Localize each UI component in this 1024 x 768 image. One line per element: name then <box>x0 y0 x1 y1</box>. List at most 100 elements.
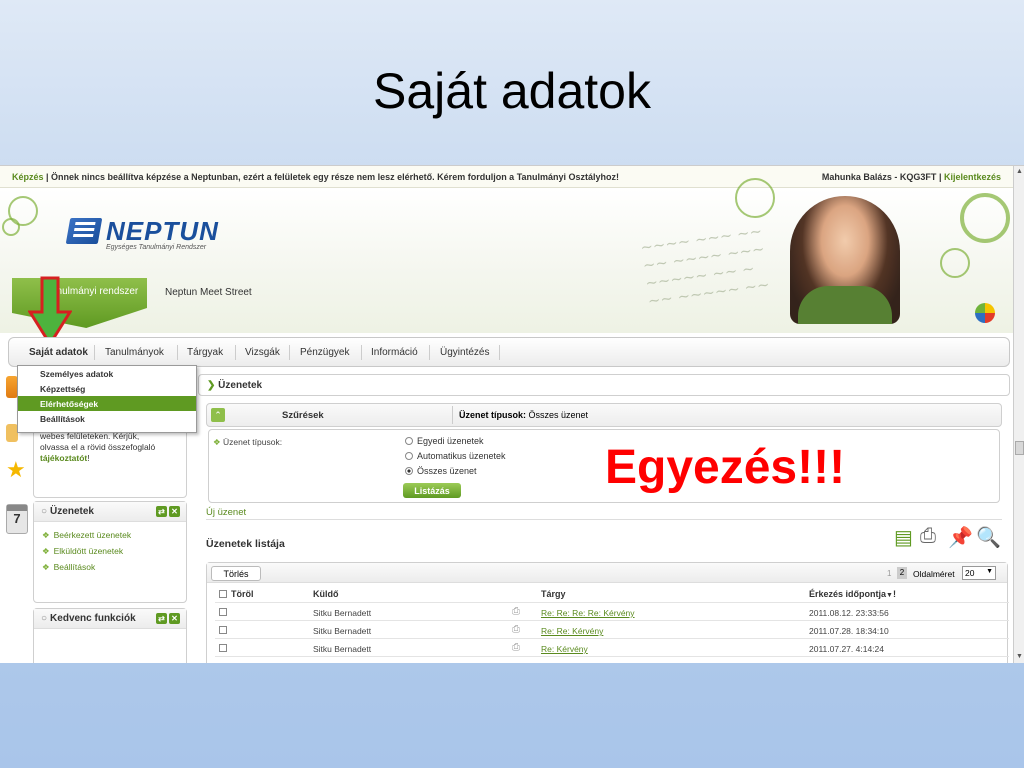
row-sender: Sitku Bernadett <box>313 644 372 654</box>
swirl-decoration <box>960 193 1010 243</box>
messages-title-bar: ❯ Üzenetek <box>198 374 1010 396</box>
notice-end: ! <box>87 453 90 463</box>
filters-label: Szűrések <box>282 410 324 421</box>
types-label: Üzenet típusok: <box>459 410 527 420</box>
radio-osszes-label: Összes üzenet <box>417 466 477 476</box>
logout-link[interactable]: Kijelentkezés <box>944 172 1001 182</box>
radio-automatikus-label: Automatikus üzenetek <box>417 451 506 461</box>
panel-close-icon[interactable]: ✕ <box>169 506 180 517</box>
notice-link[interactable]: tájékoztatót <box>40 453 87 463</box>
messages-title: ❯ Üzenetek <box>199 375 1009 391</box>
messages-title-text: Üzenetek <box>218 380 263 391</box>
dropdown-item-beallitasok[interactable]: Beállítások <box>18 411 196 426</box>
scroll-thumb[interactable] <box>1015 441 1024 455</box>
nav-targyak[interactable]: Tárgyak <box>187 347 223 358</box>
radio-osszes[interactable]: Összes üzenet <box>405 466 477 476</box>
logo-text: NEPTUN <box>106 216 219 246</box>
top-separator: | <box>936 172 944 182</box>
row-sender: Sitku Bernadett <box>313 608 372 618</box>
bullet-icon: ❖ <box>42 562 50 572</box>
neptun-logo-icon <box>65 218 103 244</box>
nav-penzugyek[interactable]: Pénzügyek <box>300 347 349 358</box>
radio-egyedi[interactable]: Egyedi üzenetek <box>405 436 484 446</box>
scroll-up-icon[interactable]: ▲ <box>1015 168 1024 177</box>
filter-field-label: ❖ Üzenet típusok: <box>213 437 282 448</box>
favorites-panel-title: Kedvenc funkciók <box>50 613 136 624</box>
globe-icon[interactable] <box>975 303 995 323</box>
print-icon[interactable]: ⎙ <box>920 525 936 548</box>
inbox-link[interactable]: ❖ Beérkezett üzenetek <box>34 522 186 541</box>
messages-panel-header: ○ Üzenetek ⇄ ✕ <box>34 502 186 522</box>
header-banner: NEPTUN Egységes Tanulmányi Rendszer ~~~~… <box>0 178 1013 333</box>
scroll-down-icon[interactable]: ▼ <box>1015 653 1024 662</box>
settings-link[interactable]: ❖ Beállítások <box>34 557 186 573</box>
row-date: 2011.07.27. 4:14:24 <box>809 644 884 654</box>
print-row-icon[interactable]: ⎙ <box>512 606 520 617</box>
vertical-scrollbar[interactable]: ▲ ▼ <box>1013 166 1024 663</box>
bullet-icon: ❖ <box>42 546 50 556</box>
user-name: Mahunka Balázs - KQG3FT <box>821 172 937 182</box>
filter-field-text: Üzenet típusok: <box>223 437 283 447</box>
top-info-bar: Képzés | Önnek nincs beállítva képzése a… <box>0 166 1013 188</box>
notice-text: webes felületeken. Kérjük, olvassa el a … <box>40 431 190 464</box>
panel-close-icon[interactable]: ✕ <box>169 613 180 624</box>
search-icon[interactable]: 🔍 <box>976 525 1001 550</box>
chevron-right-icon: ❯ <box>207 380 216 391</box>
col-torol: Töröl <box>231 589 254 599</box>
panel-refresh-icon[interactable]: ⇄ <box>156 613 167 624</box>
pin-icon[interactable]: 📌 <box>948 525 973 550</box>
nav-separator <box>429 345 430 360</box>
nav-vizsgak[interactable]: Vizsgák <box>245 347 280 358</box>
bullet-icon: ❖ <box>42 530 50 540</box>
row-date: 2011.07.28. 18:34:10 <box>809 626 889 636</box>
page-1-link[interactable]: 1 <box>887 569 891 578</box>
row-subject-link[interactable]: Re: Re: Kérvény <box>541 626 603 636</box>
new-message-link[interactable]: Új üzenet <box>206 507 246 518</box>
kepzes-link[interactable]: Képzés <box>12 172 44 182</box>
excel-export-icon[interactable]: ▤ <box>894 525 913 550</box>
dropdown-item-szemelyes-adatok[interactable]: Személyes adatok <box>18 366 196 381</box>
panel-bullet: ○ <box>41 613 48 624</box>
print-row-icon[interactable]: ⎙ <box>512 624 520 635</box>
swirl-decoration <box>735 178 775 218</box>
page-2-current[interactable]: 2 <box>897 567 907 579</box>
print-row-icon[interactable]: ⎙ <box>512 642 520 653</box>
calendar-icon[interactable]: 7 <box>6 504 28 534</box>
radio-egyedi-circle <box>405 437 413 445</box>
nav-separator <box>94 345 95 360</box>
tab-meet-street[interactable]: Neptun Meet Street <box>165 287 252 298</box>
neptun-logo[interactable]: NEPTUN Egységes Tanulmányi Rendszer <box>65 216 219 258</box>
nav-ugyintezes[interactable]: Ügyintézés <box>440 347 489 358</box>
filters-bar[interactable]: ⌃ Szűrések Üzenet típusok: Összes üzenet <box>206 403 1002 427</box>
row-subject-link[interactable]: Re: Re: Re: Re: Kérvény <box>541 608 635 618</box>
row-subject-link[interactable]: Re: Kérvény <box>541 644 588 654</box>
col-erkezes[interactable]: Érkezés időpontja▼! <box>809 589 896 599</box>
dropdown-item-elerhetosegek[interactable]: Elérhetőségek <box>18 396 196 411</box>
filter-form: ❖ Üzenet típusok: Egyedi üzenetek Automa… <box>208 429 1000 503</box>
list-button[interactable]: Listázás <box>403 483 461 498</box>
nav-tanulmanyok[interactable]: Tanulmányok <box>105 347 164 358</box>
row-checkbox[interactable] <box>219 608 227 616</box>
divider <box>206 519 1002 520</box>
nav-sajat-adatok[interactable]: Saját adatok <box>29 347 88 358</box>
notice-line: olvassa el a rövid összefoglaló <box>40 442 156 452</box>
sent-link[interactable]: ❖ Elküldött üzenetek <box>34 541 186 557</box>
row-checkbox[interactable] <box>219 644 227 652</box>
row-checkbox[interactable] <box>219 626 227 634</box>
col-targy[interactable]: Tárgy <box>541 589 566 599</box>
panel-refresh-icon[interactable]: ⇄ <box>156 506 167 517</box>
settings-link-label: Beállítások <box>53 562 96 572</box>
nav-informacio[interactable]: Információ <box>371 347 418 358</box>
inbox-link-label: Beérkezett üzenetek <box>53 530 132 540</box>
dropdown-item-kepzettseg[interactable]: Képzettség <box>18 381 196 396</box>
filters-divider <box>452 406 453 424</box>
radio-egyedi-label: Egyedi üzenetek <box>417 436 484 446</box>
select-all-checkbox[interactable] <box>219 590 227 598</box>
list-title: Üzenetek listája <box>206 538 285 550</box>
collapse-icon[interactable]: ⌃ <box>211 408 225 422</box>
radio-automatikus[interactable]: Automatikus üzenetek <box>405 451 506 461</box>
col-kuldo[interactable]: Küldő <box>313 589 339 599</box>
delete-button[interactable]: Törlés <box>211 566 261 581</box>
page-size-select[interactable]: 20 ▼ <box>962 566 996 580</box>
star-icon[interactable]: ★ <box>6 457 26 483</box>
